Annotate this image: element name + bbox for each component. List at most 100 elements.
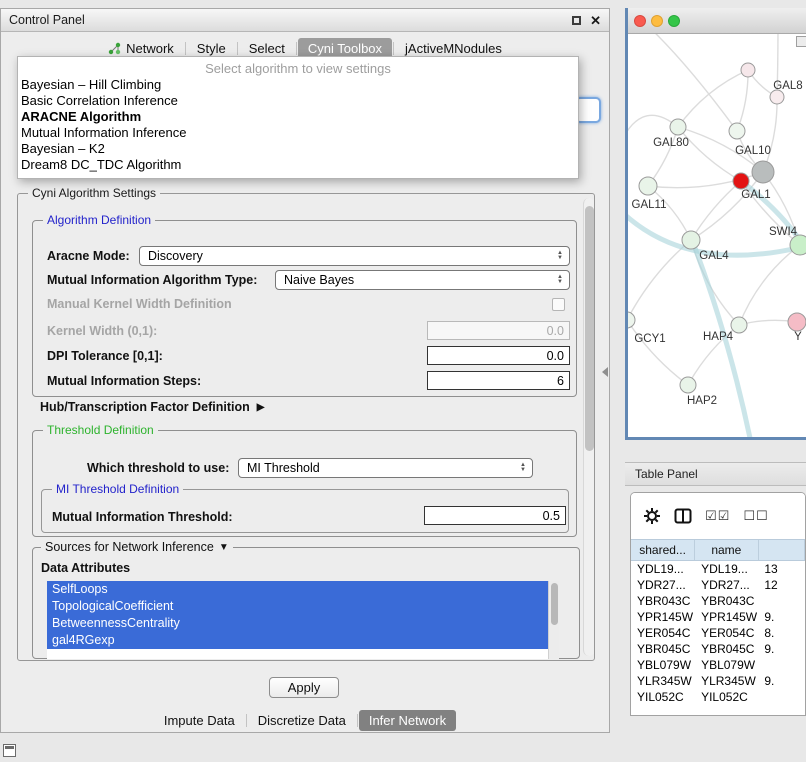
network-node[interactable] [628, 312, 635, 328]
cyni-algorithm-settings-group: Cyni Algorithm Settings Algorithm Defini… [17, 193, 595, 661]
algorithm-definition-title: Algorithm Definition [43, 213, 155, 227]
close-traffic-light-button[interactable] [634, 15, 646, 27]
table-column-header[interactable]: shared... [631, 540, 695, 560]
column-manager-icon[interactable] [674, 508, 692, 524]
window-title: Control Panel [9, 13, 85, 27]
gear-icon[interactable] [643, 507, 661, 525]
data-attribute-item[interactable]: BetweennessCentrality [47, 615, 548, 632]
mi-algorithm-type-combobox[interactable]: Naive Bayes ▲▼ [275, 270, 570, 290]
float-window-icon[interactable] [572, 16, 581, 25]
table-cell: YIL052C [631, 690, 695, 704]
control-panel-titlebar: Control Panel ✕ [1, 9, 609, 32]
network-canvas[interactable]: GAL8GAL80GAL10GAL11GAL1SWI4GAL4GCY1HAP4Y… [628, 34, 806, 437]
table-row[interactable]: YBR045CYBR045C9. [631, 641, 805, 657]
attributes-scrollbar-thumb[interactable] [551, 583, 558, 625]
tab-label: Style [197, 41, 226, 56]
combobox-stepper-icon: ▲▼ [553, 275, 569, 285]
tab-label: Cyni Toolbox [308, 41, 382, 56]
network-node[interactable] [790, 235, 806, 255]
algorithm-option[interactable]: Bayesian – Hill Climbing [18, 77, 578, 93]
dpi-tolerance-label: DPI Tolerance [0,1]: [47, 349, 163, 363]
network-node[interactable] [770, 90, 784, 104]
network-edge [648, 127, 678, 186]
tab-separator [246, 714, 247, 727]
table-cell: YDL19... [695, 562, 758, 576]
select-all-rows-icon[interactable]: ☑☑ [705, 509, 730, 524]
table-row[interactable]: YDL19...YDL19...13 [631, 561, 805, 577]
tab-impute-data[interactable]: Impute Data [154, 710, 245, 731]
mi-steps-label: Mutual Information Steps: [47, 374, 201, 388]
table-cell: YLR345W [695, 674, 758, 688]
which-threshold-combobox[interactable]: MI Threshold ▲▼ [238, 458, 533, 478]
threshold-definition-title: Threshold Definition [43, 423, 158, 437]
network-node-label: GAL4 [699, 250, 729, 262]
tab-discretize-data[interactable]: Discretize Data [248, 710, 356, 731]
table-column-header[interactable]: name [695, 540, 758, 560]
table-cell: YBL079W [631, 658, 695, 672]
table-row[interactable]: YBR043CYBR043C [631, 593, 805, 609]
table-row[interactable]: YIL052CYIL052C [631, 689, 805, 705]
tab-infer-network[interactable]: Infer Network [359, 710, 456, 731]
deselect-all-rows-icon[interactable]: ☐☐ [743, 509, 768, 524]
network-node[interactable] [670, 119, 686, 135]
restore-panel-icon[interactable] [3, 744, 16, 757]
table-column-header[interactable] [759, 540, 805, 560]
network-node[interactable] [680, 377, 696, 393]
attributes-scrollbar-track [548, 581, 559, 659]
close-window-icon[interactable]: ✕ [590, 14, 601, 27]
data-attribute-item[interactable]: gal4RGexp [47, 632, 548, 649]
network-node[interactable] [733, 173, 749, 189]
network-node[interactable] [731, 317, 747, 333]
tab-label: Discretize Data [258, 713, 346, 728]
network-node[interactable] [788, 313, 806, 331]
settings-scrollbar-track [583, 198, 594, 656]
data-attribute-item[interactable]: SelfLoops [47, 581, 548, 598]
threshold-definition-group: Threshold Definition Which threshold to … [32, 430, 577, 537]
network-node[interactable] [729, 123, 745, 139]
aracne-mode-combobox[interactable]: Discovery ▲▼ [139, 246, 570, 266]
network-node-label: GAL1 [741, 189, 770, 201]
birdseye-toggle-icon[interactable] [796, 36, 806, 47]
table-cell: YLR345W [631, 674, 695, 688]
network-edge [691, 181, 741, 240]
table-row[interactable]: YER054CYER054C8. [631, 625, 805, 641]
data-attribute-item[interactable]: TopologicalCoefficient [47, 598, 548, 615]
table-row[interactable]: YBL079WYBL079W [631, 657, 805, 673]
network-window-titlebar [628, 8, 806, 34]
algorithm-option[interactable]: Basic Correlation Inference [18, 93, 578, 109]
table-cell: YBR043C [631, 594, 695, 608]
mi-threshold-field[interactable] [424, 506, 566, 525]
minimize-traffic-light-button[interactable] [651, 15, 663, 27]
network-node[interactable] [682, 231, 700, 249]
sources-section-header[interactable]: Sources for Network Inference ▼ [41, 540, 233, 554]
table-row[interactable]: YPR145WYPR145W9. [631, 609, 805, 625]
hub-transcription-factor-section[interactable]: Hub/Transcription Factor Definition ▶ [40, 400, 264, 414]
network-node[interactable] [639, 177, 657, 195]
algorithm-option[interactable]: ARACNE Algorithm [18, 109, 578, 125]
network-node-label: GAL11 [632, 199, 667, 211]
network-node[interactable] [741, 63, 755, 77]
sources-for-network-inference-group: Sources for Network Inference ▼ Data Att… [32, 547, 580, 659]
algorithm-option[interactable]: Bayesian – K2 [18, 141, 578, 157]
settings-scrollbar-thumb[interactable] [585, 206, 594, 451]
mi-steps-field[interactable] [427, 371, 570, 390]
zoom-traffic-light-button[interactable] [668, 15, 680, 27]
table-row[interactable]: YLR345WYLR345W9. [631, 673, 805, 689]
table-row[interactable]: YDR27...YDR27...12 [631, 577, 805, 593]
network-node[interactable] [752, 161, 774, 183]
algorithm-dropdown-placeholder: Select algorithm to view settings [18, 60, 578, 77]
apply-button[interactable]: Apply [269, 677, 339, 698]
network-node-label: GAL80 [653, 137, 689, 149]
network-graph-svg: GAL8GAL80GAL10GAL11GAL1SWI4GAL4GCY1HAP4Y… [628, 34, 806, 437]
tab-label: jActiveMNodules [405, 41, 502, 56]
algorithm-option[interactable]: Dream8 DC_TDC Algorithm [18, 157, 578, 173]
dpi-tolerance-field[interactable] [427, 346, 570, 365]
mi-threshold-definition-group: MI Threshold Definition Mutual Informati… [41, 489, 569, 533]
panel-splitter-handle[interactable] [602, 367, 608, 377]
table-panel-titlebar: Table Panel [625, 462, 806, 486]
network-edge [737, 70, 748, 131]
algorithm-option[interactable]: Mutual Information Inference [18, 125, 578, 141]
mi-threshold-definition-title: MI Threshold Definition [52, 482, 183, 496]
tab-label: Impute Data [164, 713, 235, 728]
table-panel-title: Table Panel [635, 467, 698, 481]
